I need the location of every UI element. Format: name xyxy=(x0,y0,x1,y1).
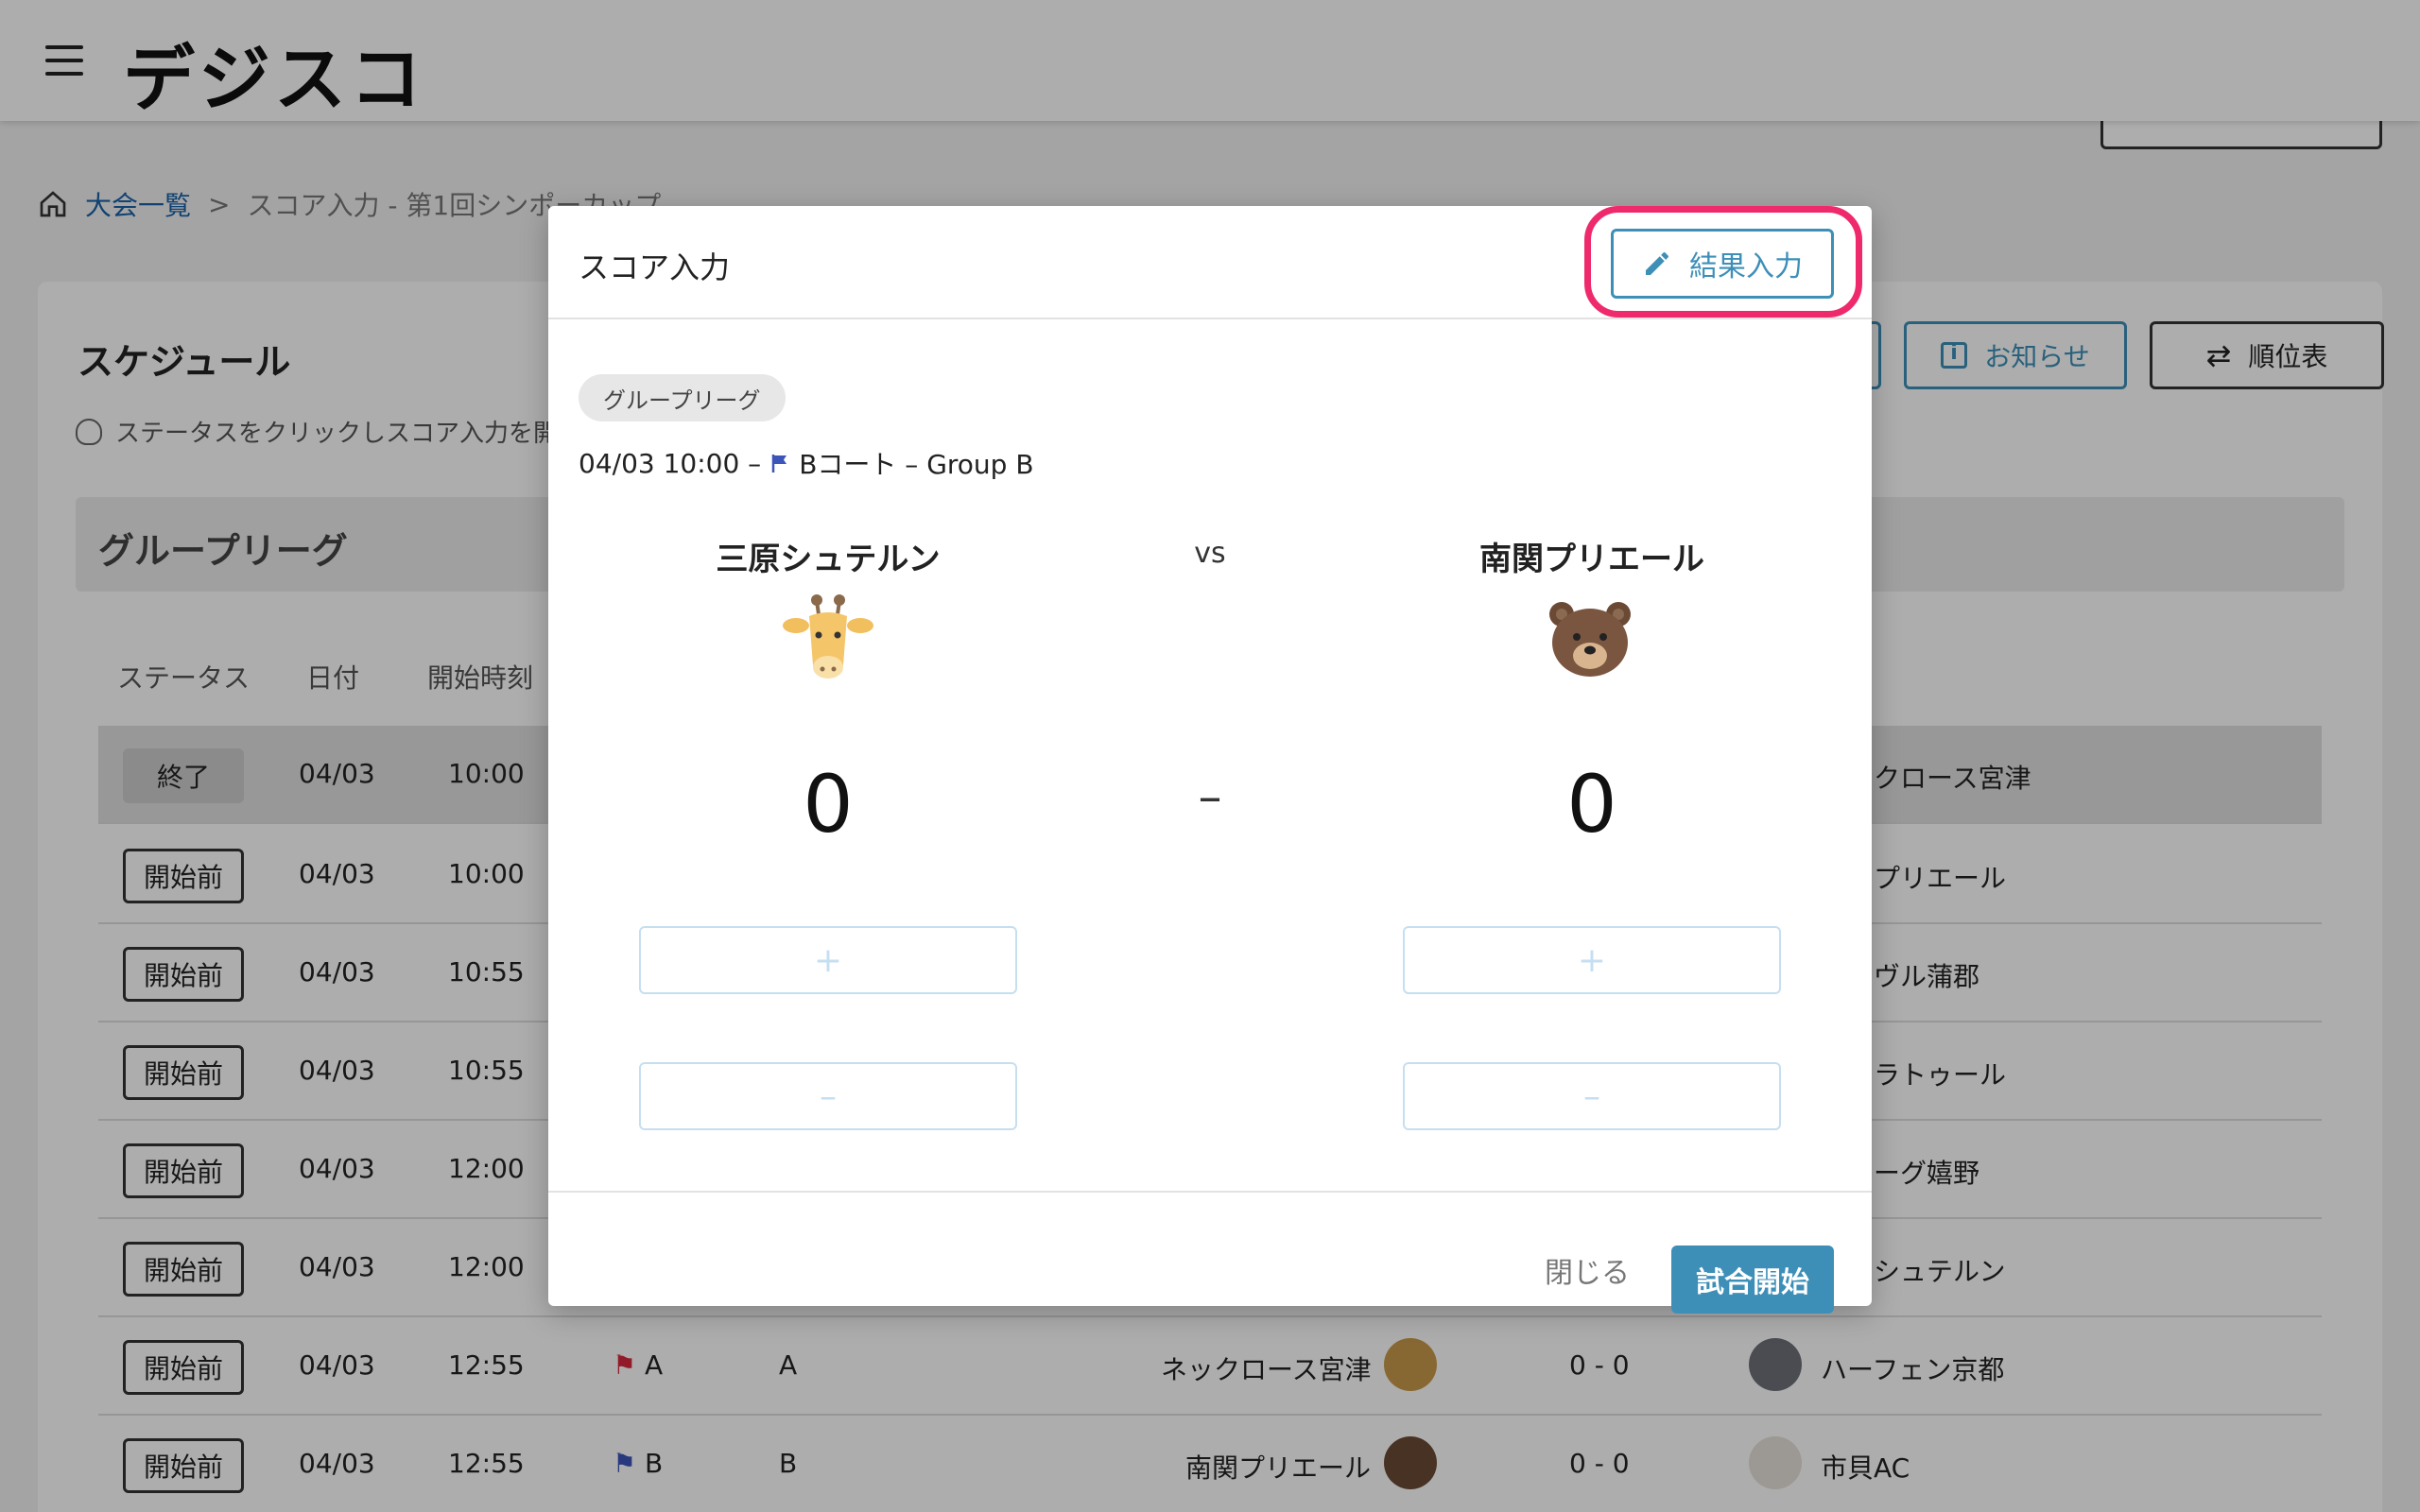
result-input-button[interactable]: 結果入力 xyxy=(1611,229,1834,299)
home-score: 0 xyxy=(803,758,854,850)
dialog-footer: 閉じる 試合開始 xyxy=(548,1191,1872,1314)
flag-icon xyxy=(771,455,787,472)
home-decrement-button[interactable]: – xyxy=(639,1062,1017,1130)
bear-icon xyxy=(1549,602,1631,677)
result-input-label: 結果入力 xyxy=(1689,250,1803,284)
dialog-title: スコア入力 xyxy=(579,249,731,285)
away-increment-button[interactable]: + xyxy=(1403,926,1781,994)
stage-chip: グループリーグ xyxy=(579,374,786,421)
pencil-icon xyxy=(1646,251,1668,275)
home-team-name: 三原シュテルン xyxy=(716,541,941,578)
dialog-header: スコア入力 結果入力 xyxy=(548,206,1872,319)
match-court: Bコート – Group B xyxy=(799,449,1034,480)
home-increment-button[interactable]: + xyxy=(639,926,1017,994)
away-team-name: 南関プリエール xyxy=(1479,541,1704,578)
score-separator: – xyxy=(1198,769,1222,824)
close-button[interactable]: 閉じる xyxy=(1545,1249,1630,1291)
giraffe-icon xyxy=(783,594,873,679)
match-datetime: 04/03 10:00 – xyxy=(579,447,762,479)
match-info: 04/03 10:00 – Bコート – Group B xyxy=(579,444,1034,482)
vs-label: vs xyxy=(1194,537,1226,570)
start-match-button[interactable]: 試合開始 xyxy=(1671,1246,1834,1314)
away-score: 0 xyxy=(1566,758,1617,850)
score-input-dialog: スコア入力 結果入力 グループリーグ 04/03 10:00 – Bコート – … xyxy=(548,206,1872,1314)
away-decrement-button[interactable]: – xyxy=(1403,1062,1781,1130)
